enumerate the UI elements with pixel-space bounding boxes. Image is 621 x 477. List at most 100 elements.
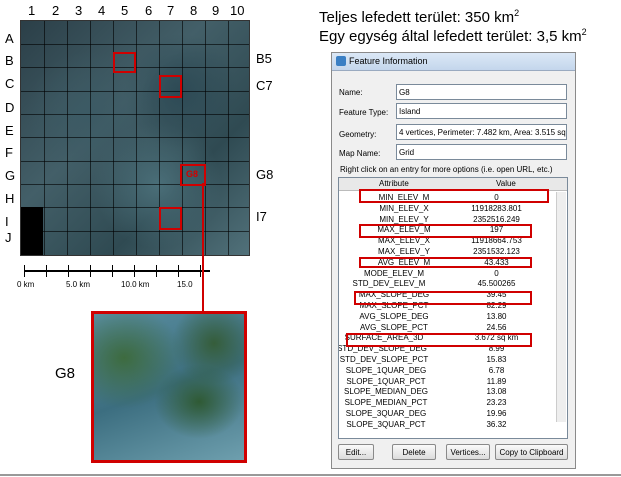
scale-label-10: 10.0 km (121, 280, 150, 289)
geometry-label: Geometry: (339, 130, 377, 139)
value-cell: 15.83 (486, 355, 507, 364)
row-label-c: C (5, 76, 15, 91)
delete-button[interactable]: Delete (392, 444, 436, 460)
attribute-cell: AVG_SLOPE_DEG (359, 311, 429, 321)
dialog-title: Feature Information (349, 56, 428, 66)
col-label-3: 3 (75, 3, 83, 18)
attribute-table-scrollbar[interactable] (556, 192, 566, 422)
value-cell: 19.96 (486, 409, 507, 418)
callout-c7: C7 (256, 78, 273, 93)
highlight-max-slope (354, 291, 532, 305)
table-row[interactable]: MODE_ELEV_M 0 (339, 268, 539, 279)
inset-connector-line (202, 183, 204, 313)
value-cell: 13.08 (486, 387, 507, 397)
attribute-cell: STD_DEV_SLOPE_PCT (339, 355, 429, 364)
col-label-6: 6 (145, 3, 153, 18)
attribute-cell: SLOPE_1QUAR_PCT (346, 376, 426, 386)
value-cell: 2351532.123 (473, 247, 520, 256)
g8-cell-label: G8 (186, 169, 199, 179)
bottom-divider (0, 474, 621, 476)
row-label-b: B (5, 53, 14, 68)
row-label-h: H (5, 191, 15, 206)
cell-c7-highlight (159, 75, 182, 98)
satellite-grid-map: G8 (20, 20, 250, 256)
right-click-hint: Right click on an entry for more options… (340, 165, 553, 174)
col-label-1: 1 (28, 3, 36, 18)
row-label-d: D (5, 100, 15, 115)
table-row[interactable]: MAX_ELEV_Y 2351532.123 (339, 246, 539, 257)
copy-to-clipboard-button[interactable]: Copy to Clipboard (495, 444, 568, 460)
name-label: Name: (339, 88, 363, 97)
table-row[interactable]: SLOPE_3QUAR_PCT 36.32 (339, 419, 539, 430)
table-row[interactable]: AVG_SLOPE_DEG 13.80 (339, 311, 539, 322)
row-label-e: E (5, 123, 14, 138)
table-row[interactable]: SLOPE_3QUAR_DEG 19.96 (339, 408, 539, 419)
row-label-g: G (5, 168, 16, 183)
row-label-a: A (5, 31, 14, 46)
map-name-field[interactable]: Grid (396, 144, 567, 160)
value-cell: 23.23 (486, 398, 507, 408)
value-cell: 6.78 (488, 365, 505, 375)
table-row[interactable]: MIN_ELEV_X 11918283.801 (339, 203, 539, 214)
attribute-column-header[interactable]: Attribute (379, 179, 409, 188)
attribute-cell: MIN_ELEV_X (379, 203, 429, 213)
attribute-cell: AVG_SLOPE_PCT (360, 322, 428, 332)
geometry-field[interactable]: 4 vertices, Perimeter: 7.482 km, Area: 3… (396, 124, 567, 140)
col-label-8: 8 (190, 3, 198, 18)
attribute-cell: STD_DEV_ELEV_M (352, 279, 426, 289)
row-label-j: J (5, 230, 12, 245)
callout-b5: B5 (256, 51, 272, 66)
col-label-4: 4 (98, 3, 106, 18)
callout-i7: I7 (256, 209, 267, 224)
attribute-cell: SLOPE_MEDIAN_DEG (343, 387, 429, 397)
unit-area-text: Egy egység által lefedett terület: 3,5 k… (319, 27, 587, 45)
value-cell: 11.89 (486, 376, 507, 386)
value-cell: 0 (494, 268, 499, 278)
scale-label-0: 0 km (17, 280, 35, 289)
callout-g8: G8 (256, 167, 274, 182)
table-row[interactable]: STD_DEV_SLOPE_PCT 15.83 (339, 354, 539, 365)
table-row[interactable]: SLOPE_1QUAR_PCT 11.89 (339, 376, 539, 387)
value-cell: 13.80 (486, 311, 507, 321)
vertices-button[interactable]: Vertices... (446, 444, 490, 460)
highlight-surface-area (346, 333, 532, 347)
total-area-text: Teljes lefedett terület: 350 km2 (319, 8, 520, 26)
col-label-9: 9 (212, 3, 220, 18)
row-label-f: F (5, 145, 13, 160)
col-label-2: 2 (52, 3, 60, 18)
value-cell: 2352516.249 (473, 214, 520, 224)
attribute-cell: SLOPE_MEDIAN_PCT (344, 398, 428, 408)
inset-label: G8 (55, 365, 76, 382)
attribute-table[interactable]: Attribute Value MIN_ELEV_M 0 MIN_ELEV_X 119… (338, 177, 568, 439)
attribute-cell: SLOPE_1QUAR_DEG (345, 365, 427, 375)
highlight-max-elev (359, 224, 532, 238)
value-column-header[interactable]: Value (496, 179, 516, 188)
cell-b5-highlight (113, 52, 136, 73)
table-row[interactable]: SLOPE_MEDIAN_DEG 13.08 (339, 386, 539, 397)
row-label-i: I (5, 214, 9, 229)
dialog-titlebar[interactable]: Feature Information (332, 53, 575, 71)
attribute-cell: MAX_ELEV_Y (377, 247, 431, 256)
value-cell: 36.32 (486, 419, 507, 429)
name-field[interactable]: G8 (396, 84, 567, 100)
highlight-avg-elev (359, 257, 532, 268)
table-row[interactable]: SLOPE_MEDIAN_PCT 23.23 (339, 397, 539, 408)
attribute-cell: MIN_ELEV_Y (379, 214, 429, 224)
edit-button[interactable]: Edit... (338, 444, 374, 460)
feature-info-icon (336, 56, 346, 66)
scale-bar (20, 262, 210, 282)
feature-type-label: Feature Type: (339, 108, 389, 117)
attribute-cell: MODE_ELEV_M (363, 268, 425, 278)
attribute-cell: SLOPE_3QUAR_PCT (346, 419, 426, 429)
value-cell: 11918283.801 (471, 203, 522, 213)
feature-information-dialog: Feature Information Name: G8 Feature Typ… (331, 52, 576, 469)
g8-inset-image (91, 311, 247, 463)
table-row[interactable]: AVG_SLOPE_PCT 24.56 (339, 322, 539, 333)
value-cell: 45.500265 (477, 279, 516, 289)
table-row[interactable]: MIN_ELEV_Y 2352516.249 (339, 214, 539, 225)
highlight-min-elev (359, 189, 549, 203)
table-row[interactable]: SLOPE_1QUAR_DEG 6.78 (339, 365, 539, 376)
feature-type-field[interactable]: Island (396, 103, 567, 119)
value-cell: 24.56 (486, 322, 507, 332)
table-row[interactable]: STD_DEV_ELEV_M 45.500265 (339, 278, 539, 289)
